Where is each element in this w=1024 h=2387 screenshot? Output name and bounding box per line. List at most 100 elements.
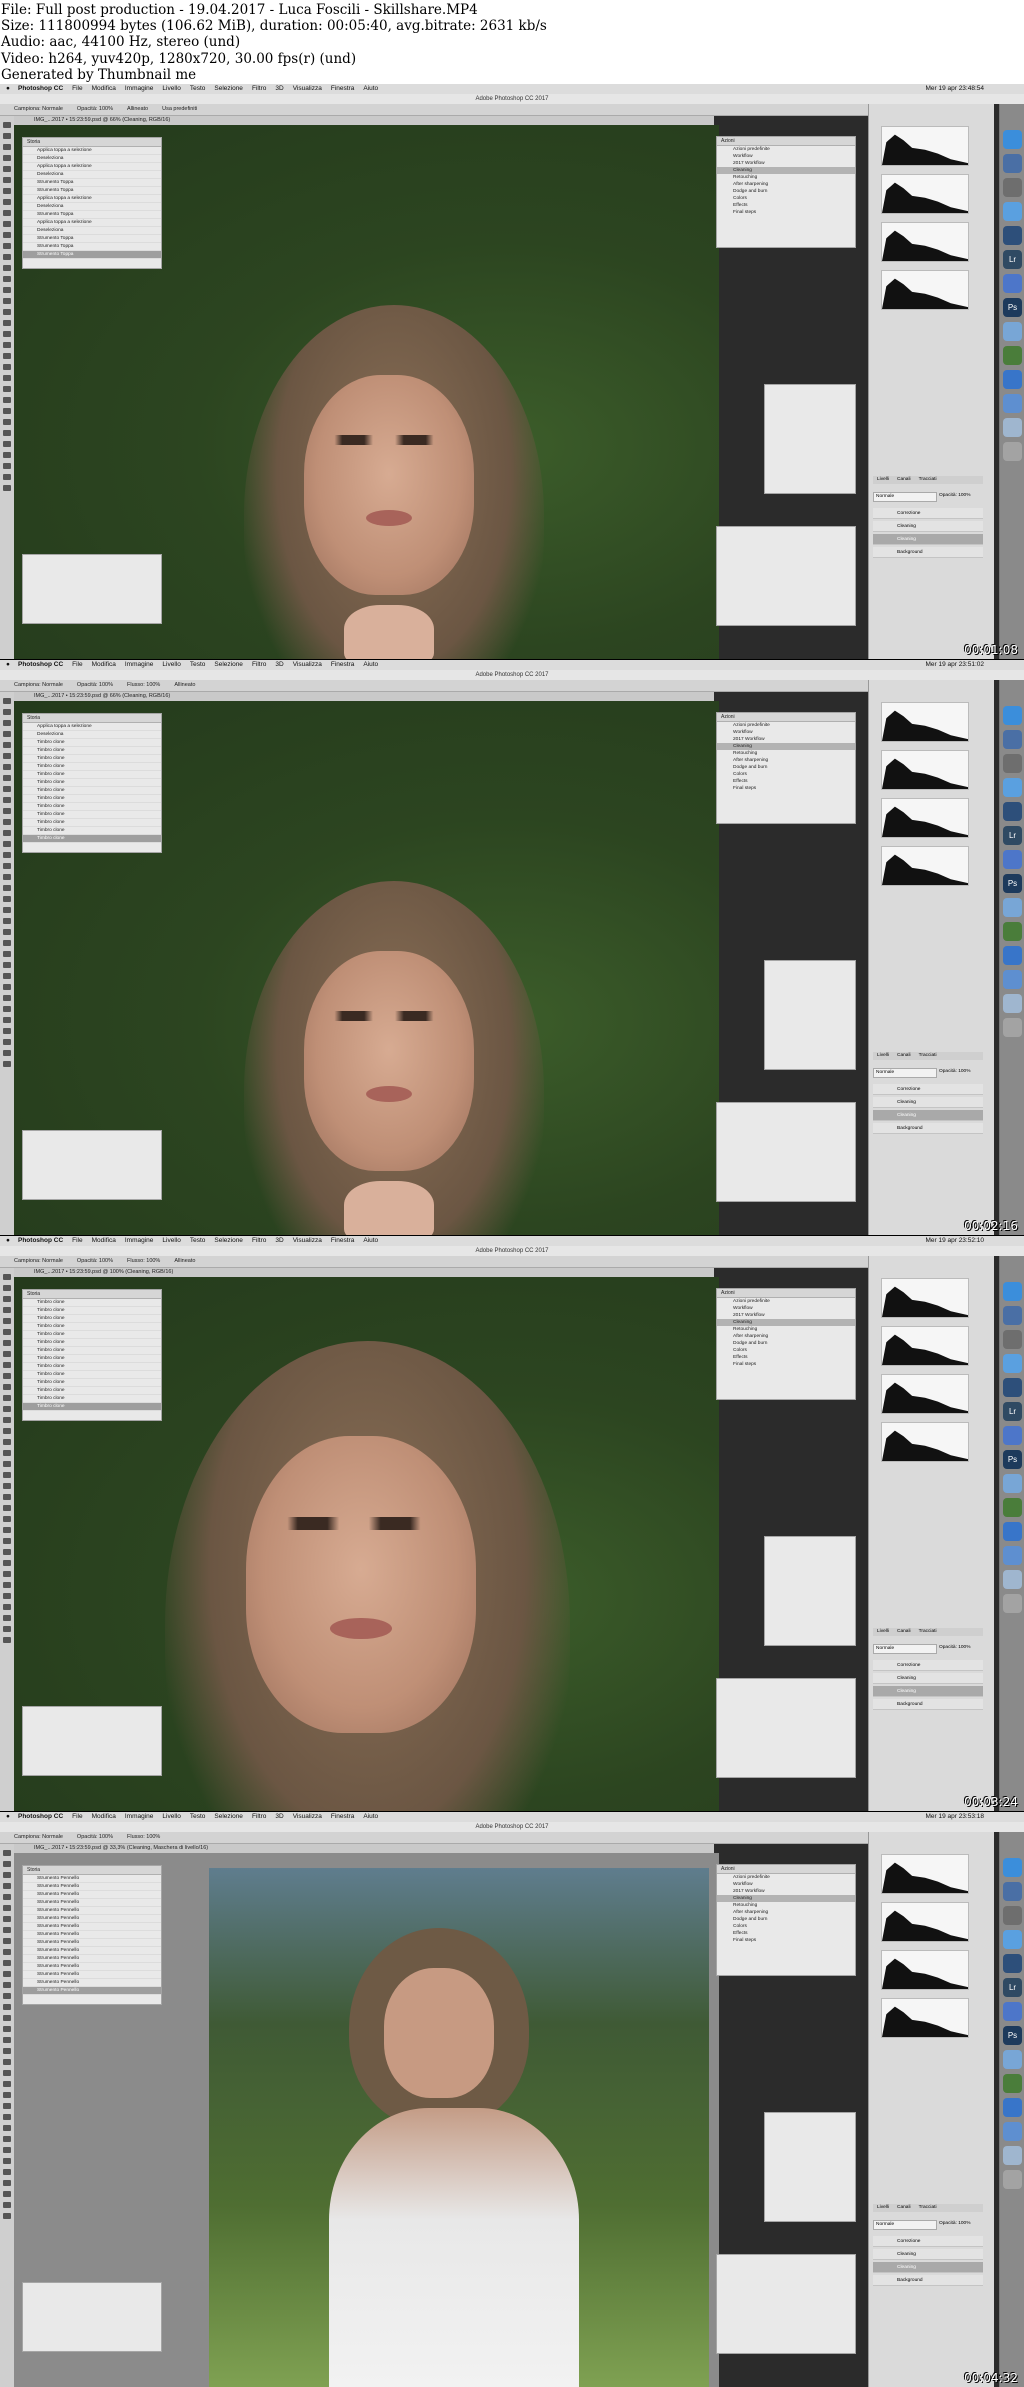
tool-icon[interactable] [3,144,11,150]
tool-icon[interactable] [3,1637,11,1643]
history-step[interactable]: Timbro clone [23,795,161,803]
layers-tab[interactable]: Livelli [877,2205,889,2210]
menu-item[interactable]: Photoshop CC [18,85,63,92]
tool-icon[interactable] [3,188,11,194]
history-step[interactable]: Timbro clone [23,747,161,755]
action-item[interactable]: Colors [717,1923,855,1930]
opacity-field[interactable]: Opacità: 100% [939,492,983,500]
history-step[interactable]: Strumento Pennello [23,1923,161,1931]
tool-icon[interactable] [3,742,11,748]
history-step[interactable]: Deseleziona [23,155,161,163]
history-step[interactable]: Timbro clone [23,755,161,763]
tool-icon[interactable] [3,1028,11,1034]
tool-icon[interactable] [3,918,11,924]
history-step[interactable]: Strumento Pennello [23,1883,161,1891]
menu-item[interactable]: Visualizza [293,1237,322,1244]
history-step[interactable]: Timbro clone [23,835,161,843]
dock-app-icon[interactable] [1003,1954,1022,1973]
dock-app-icon[interactable] [1003,754,1022,773]
blend-mode-select[interactable]: Normale [873,1068,937,1078]
action-item[interactable]: 2017 Workflow [717,1312,855,1319]
tool-icon[interactable] [3,133,11,139]
opacity-field[interactable]: Opacità: 100% [939,1644,983,1652]
history-step[interactable]: Deseleziona [23,731,161,739]
action-item[interactable]: Final steps [717,1361,855,1368]
action-item[interactable]: Colors [717,195,855,202]
dock-app-icon[interactable] [1003,898,1022,917]
tool-icon[interactable] [3,1061,11,1067]
history-step[interactable]: Timbro clone [23,1307,161,1315]
tool-option[interactable]: Flusso: 100% [127,1258,160,1264]
tool-icon[interactable] [3,698,11,704]
history-step[interactable]: Timbro clone [23,803,161,811]
history-step[interactable]: Strumento Pennello [23,1947,161,1955]
history-step[interactable]: Timbro clone [23,1403,161,1411]
action-item[interactable]: 2017 Workflow [717,736,855,743]
layers-tab[interactable]: Canali [897,1629,911,1634]
history-step[interactable]: Deseleziona [23,227,161,235]
dock-app-icon[interactable] [1003,2002,1022,2021]
tool-icon[interactable] [3,808,11,814]
opacity-field[interactable]: Opacità: 100% [939,2220,983,2228]
history-step[interactable]: Strumento Toppa [23,179,161,187]
tool-icon[interactable] [3,786,11,792]
dock-app-icon[interactable] [1003,730,1022,749]
action-item[interactable]: Retouching [717,750,855,757]
action-item[interactable]: Dodge and burn [717,1340,855,1347]
dock-app-icon[interactable] [1003,394,1022,413]
tool-icon[interactable] [3,2202,11,2208]
menu-item[interactable]: Livello [162,1813,180,1820]
dock-app-icon[interactable] [1003,2098,1022,2117]
tool-icon[interactable] [3,1340,11,1346]
dock-app-icon[interactable] [1003,2074,1022,2093]
layer-row[interactable]: Cleaning [873,534,983,545]
layers-tab[interactable]: Livelli [877,477,889,482]
history-step[interactable]: Timbro clone [23,827,161,835]
layer-row[interactable]: Background [873,1699,983,1710]
tool-icon[interactable] [3,342,11,348]
action-item[interactable]: Effects [717,1930,855,1937]
layers-tab[interactable]: Tracciati [919,477,937,482]
tool-icon[interactable] [3,1927,11,1933]
tool-icon[interactable] [3,2103,11,2109]
tool-icon[interactable] [3,375,11,381]
tool-icon[interactable] [3,1938,11,1944]
tool-icon[interactable] [3,1351,11,1357]
history-step[interactable]: Strumento Toppa [23,243,161,251]
tool-icon[interactable] [3,254,11,260]
tool-icon[interactable] [3,819,11,825]
dock-app-icon[interactable] [1003,2170,1022,2189]
dock-app-icon[interactable] [1003,922,1022,941]
dock-app-icon[interactable] [1003,1282,1022,1301]
layers-tab[interactable]: Canali [897,1053,911,1058]
menu-item[interactable]: File [72,661,82,668]
dock-app-icon[interactable] [1003,202,1022,221]
action-item[interactable]: Dodge and burn [717,188,855,195]
history-step[interactable]: Timbro clone [23,739,161,747]
dock-app-icon[interactable] [1003,346,1022,365]
tool-icon[interactable] [3,940,11,946]
history-step[interactable]: Strumento Pennello [23,1987,161,1995]
tool-icon[interactable] [3,1274,11,1280]
history-step[interactable]: Timbro clone [23,1387,161,1395]
history-step[interactable]: Applica toppa a selezione [23,195,161,203]
menu-item[interactable]: 3D [275,1237,283,1244]
tool-icon[interactable] [3,1050,11,1056]
history-step[interactable]: Applica toppa a selezione [23,147,161,155]
document-tab[interactable]: IMG_...2017 • 15:23:59.psd @ 66% (Cleani… [14,116,714,125]
tool-icon[interactable] [3,1538,11,1544]
menu-item[interactable]: Finestra [331,1813,354,1820]
dock-app-icon[interactable] [1003,1474,1022,1493]
tool-icon[interactable] [3,1615,11,1621]
menu-item[interactable]: 3D [275,85,283,92]
layer-row[interactable]: Background [873,2275,983,2286]
tool-icon[interactable] [3,1894,11,1900]
tool-icon[interactable] [3,1571,11,1577]
tool-icon[interactable] [3,2081,11,2087]
action-item[interactable]: Dodge and burn [717,764,855,771]
tool-icon[interactable] [3,1461,11,1467]
tool-icon[interactable] [3,331,11,337]
history-step[interactable]: Strumento Toppa [23,187,161,195]
apple-menu-icon[interactable]: ● [6,660,10,670]
document-tab[interactable]: IMG_...2017 • 15:23:59.psd @ 100% (Clean… [14,1268,714,1277]
